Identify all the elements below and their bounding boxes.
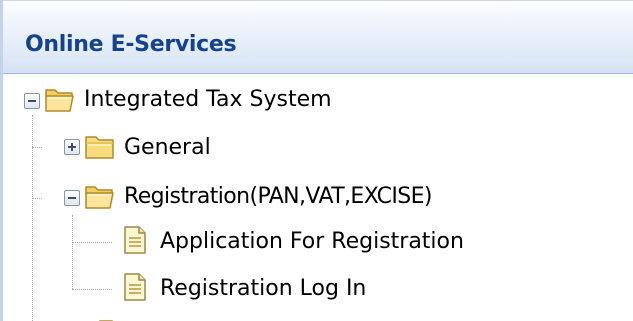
folder-open-icon	[85, 186, 114, 209]
root-collapse-toggle[interactable]	[24, 93, 40, 109]
document-icon	[124, 226, 146, 254]
service-tree: Integrated Tax System General Registrati…	[0, 75, 633, 321]
tree-line-general	[32, 147, 42, 148]
tree-line-registration	[32, 198, 42, 199]
panel-header: Online E-Services	[3, 0, 633, 74]
general-expand-toggle[interactable]	[64, 139, 80, 155]
tree-node-general[interactable]: General	[124, 134, 211, 162]
tree-node-registration-log-in[interactable]: Registration Log In	[160, 275, 366, 303]
online-eservices-panel: Online E-Services Integrated Tax System …	[0, 0, 633, 321]
tree-node-registration[interactable]: Registration(PAN,VAT,EXCISE)	[124, 183, 433, 211]
folder-closed-icon	[85, 136, 114, 159]
registration-collapse-toggle[interactable]	[64, 190, 80, 206]
document-icon	[124, 273, 146, 301]
tree-node-application-for-registration[interactable]: Application For Registration	[160, 228, 464, 256]
tree-node-integrated-tax-system[interactable]: Integrated Tax System	[84, 86, 332, 114]
folder-closed-icon	[99, 320, 113, 321]
panel-title: Online E-Services	[25, 32, 237, 57]
folder-open-icon	[45, 89, 74, 112]
tree-line-registration-children	[72, 215, 73, 289]
tree-line-root	[32, 115, 33, 321]
tree-line-application	[72, 242, 112, 243]
tree-line-login	[72, 289, 112, 290]
